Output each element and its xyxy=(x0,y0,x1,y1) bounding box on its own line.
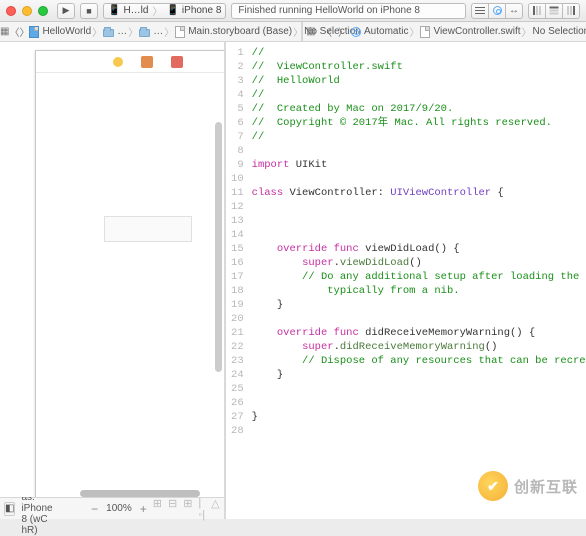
stop-button[interactable]: ■ xyxy=(80,3,98,19)
jump-file-label: Main.storyboard (Base) xyxy=(188,26,292,37)
assistant-file-label: ViewController.swift xyxy=(433,26,520,37)
zoom-control: − 100% + xyxy=(61,502,147,516)
jump-project-label: HelloWorld xyxy=(42,26,91,37)
vertical-scrollbar[interactable] xyxy=(215,122,222,372)
assistant-related-button[interactable]: ▦ xyxy=(303,25,319,39)
back-button[interactable]: 〈 xyxy=(9,25,19,39)
forward-button[interactable]: 〉 xyxy=(19,25,29,39)
watermark: ✔ 创新互联 xyxy=(478,471,578,501)
jump-folder2[interactable]: … xyxy=(139,26,163,37)
jump-folder2-label: … xyxy=(153,26,163,37)
folder-icon xyxy=(139,29,150,37)
watermark-badge-icon: ✔ xyxy=(478,471,508,501)
view-controller-scene[interactable] xyxy=(35,50,224,497)
activity-status: Finished running HelloWorld on iPhone 8 xyxy=(231,3,466,19)
scheme-selector[interactable]: 📱 H…ld 〉 📱 iPhone 8 xyxy=(103,3,226,19)
assistant-back-button[interactable]: 〈 xyxy=(319,25,335,39)
assistant-editor-button[interactable] xyxy=(488,3,506,19)
layout-tools: ⊞ ⊟ ⊞ |◦| △ xyxy=(153,497,220,521)
line-gutter: 1234567891011121314151617181920212223242… xyxy=(226,42,248,519)
related-items-button[interactable]: ▦ xyxy=(0,25,9,39)
jump-folder1[interactable]: … xyxy=(103,26,127,37)
zoom-window-button[interactable] xyxy=(38,6,48,16)
swift-file-icon xyxy=(420,26,430,38)
first-responder-icon[interactable] xyxy=(141,56,153,68)
phone-icon: 📱 xyxy=(166,5,178,16)
toggle-navigator-button[interactable] xyxy=(528,3,546,19)
embed-button[interactable]: ⊞ xyxy=(153,497,162,521)
jump-bar-row: ▦ 〈 〉 HelloWorld 〉 … 〉 … 〉 Main.storyboa… xyxy=(0,22,586,42)
main-split: → ◧ View as: iPhone 8 (wC hR) − 100% + xyxy=(0,42,586,519)
assistant-selection-label: No Selection xyxy=(533,26,586,37)
ui-view-placeholder[interactable] xyxy=(104,216,192,242)
left-panel-icon xyxy=(533,6,541,15)
arrows-icon: ↔ xyxy=(509,5,519,16)
version-editor-button[interactable]: ↔ xyxy=(505,3,523,19)
view-controller-icon[interactable] xyxy=(113,57,123,67)
assistant-mode[interactable]: Automatic xyxy=(351,26,408,37)
code-editor[interactable]: 1234567891011121314151617181920212223242… xyxy=(226,42,586,519)
rings-icon xyxy=(351,27,361,37)
assistant-file[interactable]: ViewController.swift xyxy=(420,26,520,38)
storyboard-icon xyxy=(175,26,185,38)
toggle-inspector-button[interactable] xyxy=(562,3,580,19)
align-button[interactable]: ⊟ xyxy=(168,497,177,521)
main-toolbar: ▶ ■ 📱 H…ld 〉 📱 iPhone 8 Finished running… xyxy=(0,0,586,22)
right-panel-icon xyxy=(567,6,575,15)
canvas[interactable] xyxy=(0,42,224,497)
project-icon xyxy=(29,26,39,38)
scheme-device-label: iPhone 8 xyxy=(182,5,221,16)
close-window-button[interactable] xyxy=(6,6,16,16)
status-text: Finished running HelloWorld on iPhone 8 xyxy=(238,5,420,16)
assistant-selection[interactable]: No Selection xyxy=(533,26,586,37)
exit-icon[interactable] xyxy=(171,56,183,68)
canvas-bottom-bar: ◧ View as: iPhone 8 (wC hR) − 100% + ⊞ ⊟… xyxy=(0,497,224,519)
bottom-panel-icon xyxy=(550,7,559,15)
editor-mode-segment: ↔ xyxy=(471,3,523,19)
window-controls xyxy=(6,6,48,16)
jump-file[interactable]: Main.storyboard (Base) xyxy=(175,26,292,38)
lines-icon xyxy=(475,10,485,12)
document-outline-toggle[interactable]: ◧ xyxy=(4,502,15,516)
scheme-app-label: H…ld xyxy=(123,5,148,16)
source-text[interactable]: //// ViewController.swift// HelloWorld//… xyxy=(248,42,586,519)
watermark-text: 创新互联 xyxy=(514,476,578,497)
minimize-window-button[interactable] xyxy=(22,6,32,16)
jump-folder1-label: … xyxy=(117,26,127,37)
standard-editor-button[interactable] xyxy=(471,3,489,19)
pin-button[interactable]: ⊞ xyxy=(183,497,192,521)
scene-dock[interactable] xyxy=(36,51,224,73)
toggle-debug-button[interactable] xyxy=(545,3,563,19)
assistant-mode-label: Automatic xyxy=(364,26,408,37)
panel-toggle-segment xyxy=(528,3,580,19)
zoom-out-button[interactable]: − xyxy=(91,502,98,516)
folder-icon xyxy=(103,29,114,37)
assistant-forward-button[interactable]: 〉 xyxy=(335,25,351,39)
resolve-button[interactable]: |◦| xyxy=(198,497,205,521)
interface-builder-pane: → ◧ View as: iPhone 8 (wC hR) − 100% + xyxy=(0,42,226,519)
app-icon: 📱 xyxy=(108,5,120,16)
zoom-in-button[interactable]: + xyxy=(140,502,147,516)
rings-icon xyxy=(493,6,502,15)
jump-project[interactable]: HelloWorld xyxy=(29,26,91,38)
stack-button[interactable]: △ xyxy=(211,497,219,521)
zoom-level[interactable]: 100% xyxy=(106,503,132,514)
source-editor-pane: 1234567891011121314151617181920212223242… xyxy=(226,42,586,519)
horizontal-scrollbar[interactable] xyxy=(80,490,200,497)
run-button[interactable]: ▶ xyxy=(57,3,75,19)
